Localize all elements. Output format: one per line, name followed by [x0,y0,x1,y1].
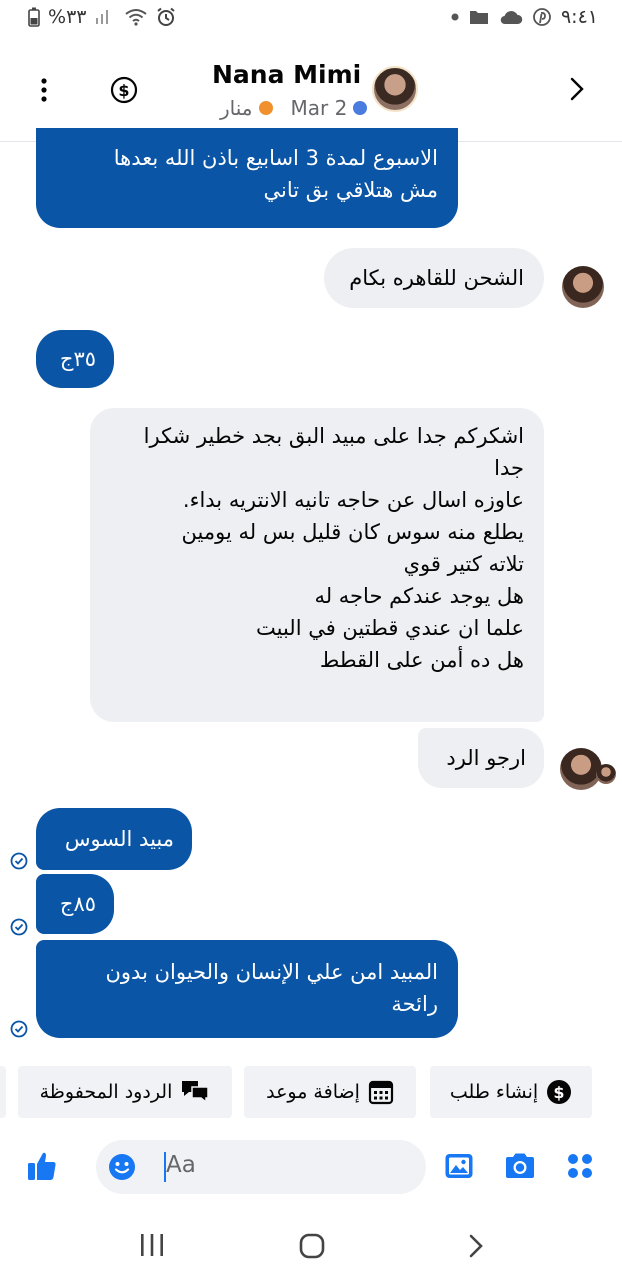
message-bubble-incoming[interactable]: ارجو الرد [418,728,544,788]
create-order-label: إنشاء طلب [449,1081,539,1103]
gallery-button[interactable] [444,1152,474,1180]
chat-bubbles-icon [182,1081,210,1104]
grid-dots-icon [568,1154,592,1178]
camera-icon [506,1153,534,1178]
battery-icon [28,7,40,27]
recent-apps-icon [141,1234,163,1256]
blue-tag-dot [353,101,368,115]
create-order-button[interactable]: $ إنشاء طلب [430,1066,592,1118]
cloud-icon [499,9,523,25]
system-navigation-bar [0,1212,622,1280]
sent-check-icon [10,918,28,936]
message-bubble-outgoing[interactable]: الاسبوع لمدة 3 اسابيع باذن الله بعدها مش… [36,128,458,228]
svg-text:$: $ [554,1083,565,1102]
notification-dot-icon [451,13,459,21]
message-bubble-outgoing[interactable]: ٨٥ج [36,874,114,934]
back-button[interactable] [562,74,590,104]
sent-check-icon [10,852,28,870]
payment-button[interactable]: $ [110,76,138,104]
message-bubble-incoming[interactable]: اشكركم جدا على مبيد البق بجد خطير شكرا ج… [90,408,544,722]
battery-percent: %٣٣ [48,6,87,28]
status-right: ٩:٤١ [451,6,598,28]
camera-button[interactable] [504,1152,536,1180]
dollar-circle-icon: $ [547,1080,572,1104]
message-bubble-incoming[interactable]: الشحن للقاهره بكام [324,248,544,308]
signal-icon [94,8,116,26]
saved-replies-label: الردود المحفوظة [39,1081,173,1103]
pinterest-icon [533,8,551,26]
contact-name[interactable]: Nana Mimi [212,60,361,89]
message-input[interactable]: Aa [96,1140,426,1194]
sent-check-icon [10,1020,28,1038]
saved-replies-button[interactable]: الردود المحفوظة [18,1066,232,1118]
folder-icon [469,9,489,25]
tag-label: منار [220,96,253,120]
add-appointment-button[interactable]: إضافة موعد [244,1066,416,1118]
back-nav-button[interactable] [464,1232,488,1260]
date-label: Mar 2 [290,96,348,120]
thumbs-up-icon [28,1152,56,1180]
svg-text:$: $ [118,81,129,100]
status-time: ٩:٤١ [560,6,598,28]
conversation-header: $ Nana Mimi منار Mar 2 [0,36,622,142]
recent-apps-button[interactable] [138,1232,166,1258]
home-button[interactable] [298,1232,326,1260]
add-appointment-label: إضافة موعد [266,1081,360,1103]
calendar-icon [368,1080,394,1105]
contact-meta: منار Mar 2 [220,96,368,120]
emoji-icon[interactable] [108,1153,136,1181]
like-button[interactable] [26,1150,58,1182]
seen-avatar [596,764,616,784]
contact-avatar[interactable] [372,66,418,112]
dollar-circle-icon: $ [110,76,138,104]
sender-avatar [560,748,602,790]
status-left: %٣٣ [28,6,176,28]
home-icon [299,1233,325,1259]
orange-tag-dot [258,101,273,115]
status-bar: %٣٣ ٩:٤١ [0,0,622,36]
chevron-right-icon [570,77,584,101]
more-actions-button[interactable] [566,1152,594,1180]
message-composer: Aa [0,1138,622,1198]
message-input-placeholder: Aa [166,1152,196,1178]
message-bubble-outgoing[interactable]: ٣٥ج [36,330,114,388]
image-icon [445,1154,473,1178]
quick-reply-overflow [0,1066,6,1118]
message-bubble-outgoing[interactable]: مبيد السوس [36,808,192,870]
more-options-button[interactable] [36,76,52,104]
more-vertical-icon [41,78,47,102]
wifi-icon [124,8,148,26]
alarm-icon [156,7,176,27]
chevron-right-icon [469,1234,483,1258]
message-bubble-outgoing[interactable]: المبيد امن علي الإنسان والحيوان بدون رائ… [36,940,458,1038]
sender-avatar [562,266,604,308]
